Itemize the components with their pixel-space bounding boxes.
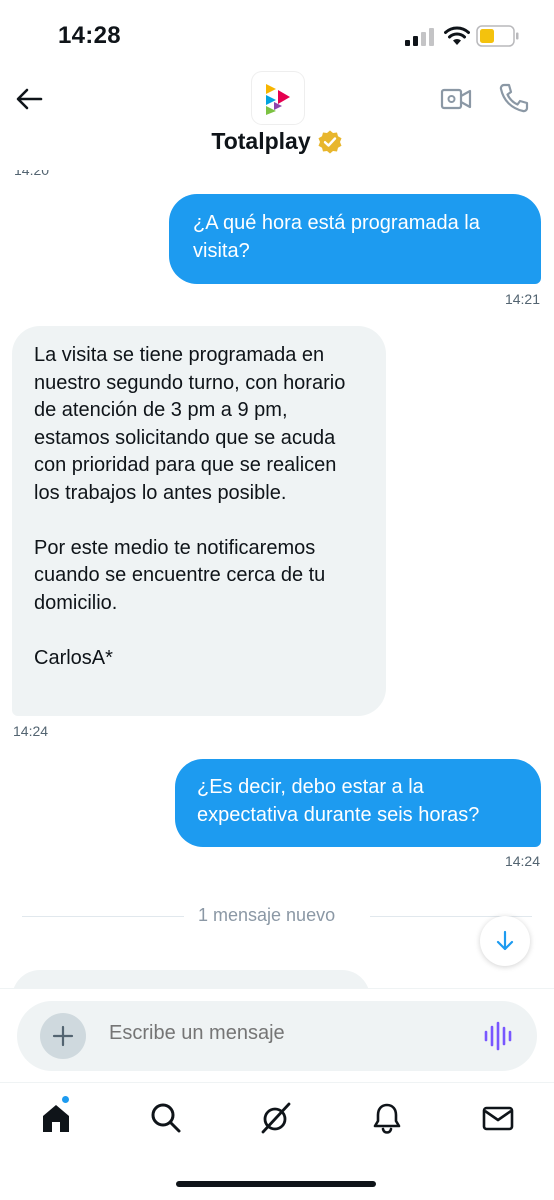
- bottom-navigation: [0, 1082, 554, 1200]
- message-list[interactable]: 14:20 ¿A qué hora está programada la vis…: [0, 170, 554, 988]
- composer-bar: [0, 988, 554, 1082]
- cellular-signal-icon: [405, 28, 434, 46]
- messages-icon[interactable]: [481, 1101, 515, 1135]
- outgoing-message[interactable]: ¿A qué hora está programada la visita?: [169, 194, 541, 284]
- status-bar: 14:28: [0, 0, 554, 70]
- search-icon[interactable]: [149, 1101, 183, 1135]
- totalplay-logo: [266, 84, 290, 115]
- message-timestamp: 14:21: [504, 291, 540, 307]
- back-button[interactable]: [12, 82, 46, 116]
- conversation-header: Totalplay: [0, 70, 554, 170]
- verified-badge-icon: [318, 130, 342, 153]
- scroll-to-bottom-button[interactable]: [480, 916, 530, 966]
- title-row[interactable]: Totalplay: [0, 128, 554, 155]
- contact-name: Totalplay: [211, 128, 311, 154]
- message-timestamp: 14:20: [14, 170, 50, 178]
- avatar[interactable]: [252, 72, 304, 124]
- outgoing-message[interactable]: ¿Es decir, debo estar a la expectativa d…: [175, 759, 541, 847]
- notifications-icon[interactable]: [370, 1101, 404, 1135]
- incoming-message-partial[interactable]: [12, 970, 370, 988]
- phone-call-icon[interactable]: [498, 82, 530, 114]
- plus-icon: [52, 1025, 74, 1047]
- grok-icon[interactable]: [259, 1101, 293, 1135]
- back-arrow-icon: [16, 88, 43, 110]
- notification-dot: [61, 1095, 70, 1104]
- composer: [17, 1001, 537, 1071]
- battery-low-icon: [476, 25, 519, 47]
- incoming-message[interactable]: La visita se tiene programada en nuestro…: [12, 326, 386, 716]
- add-attachment-button[interactable]: [40, 1013, 86, 1059]
- wifi-icon: [444, 26, 470, 45]
- new-messages-divider: 1 mensaje nuevo: [22, 905, 532, 927]
- message-timestamp: 14:24: [504, 853, 540, 869]
- message-input[interactable]: [109, 1022, 439, 1045]
- status-time: 14:28: [58, 22, 121, 49]
- home-icon[interactable]: [39, 1101, 73, 1135]
- voice-message-icon[interactable]: [483, 1021, 513, 1051]
- message-timestamp: 14:24: [13, 723, 49, 739]
- divider-line: [22, 916, 184, 917]
- home-indicator: [176, 1181, 376, 1187]
- arrow-down-icon: [496, 930, 514, 951]
- video-call-icon[interactable]: [440, 84, 472, 114]
- new-messages-label: 1 mensaje nuevo: [198, 905, 336, 925]
